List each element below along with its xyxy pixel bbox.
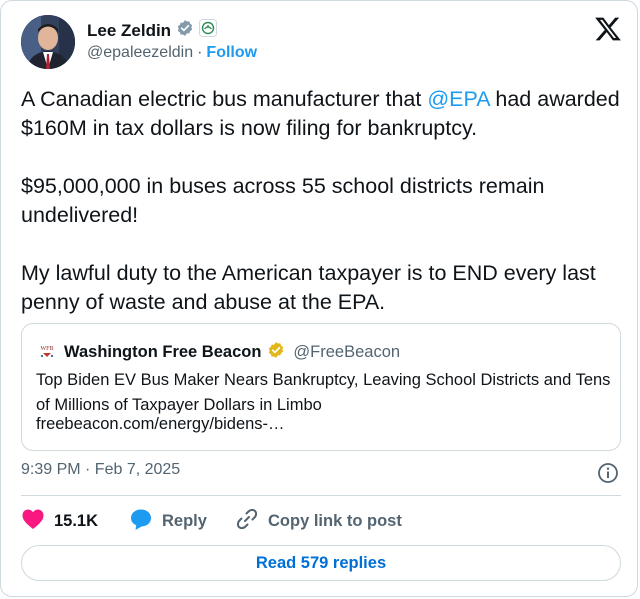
read-replies-button[interactable]: Read 579 replies bbox=[21, 545, 621, 581]
post-text: A Canadian electric bus manufacturer tha… bbox=[21, 85, 621, 317]
x-logo-icon[interactable] bbox=[594, 15, 622, 43]
like-count: 15.1K bbox=[54, 511, 99, 530]
heart-icon bbox=[21, 508, 45, 535]
follow-button[interactable]: Follow bbox=[206, 44, 257, 62]
quoted-post-headline: Top Biden EV Bus Maker Nears Bankruptcy,… bbox=[36, 371, 611, 414]
like-button[interactable]: 15.1K bbox=[21, 508, 129, 535]
author-handle-row: @epaleezeldin · Follow bbox=[87, 44, 257, 62]
quoted-post-header: WFB Washington Free Beacon @FreeBeacon bbox=[36, 339, 400, 366]
post-text-line1-before: A Canadian electric bus manufacturer tha… bbox=[21, 87, 428, 111]
author-name[interactable]: Lee Zeldin bbox=[87, 21, 171, 41]
epa-affiliation-badge-icon bbox=[199, 19, 218, 42]
author-handle[interactable]: @epaleezeldin bbox=[87, 44, 193, 62]
quoted-post-link[interactable]: freebeacon.com/energy/bidens-… bbox=[36, 415, 285, 434]
verified-badge-icon bbox=[176, 19, 194, 42]
quoted-author-name: Washington Free Beacon bbox=[64, 343, 262, 361]
post-text-paragraph-2: $95,000,000 in buses across 55 school di… bbox=[21, 174, 551, 227]
post-action-bar: 15.1K Reply Copy link to post bbox=[21, 508, 402, 534]
quoted-post-card[interactable]: WFB Washington Free Beacon @FreeBeacon T… bbox=[21, 323, 621, 451]
freebeacon-logo-icon: WFB bbox=[36, 339, 58, 366]
link-chain-icon bbox=[235, 507, 259, 536]
quoted-author-handle: @FreeBeacon bbox=[293, 343, 401, 361]
reply-button[interactable]: Reply bbox=[129, 507, 235, 536]
gold-verified-badge-icon bbox=[267, 341, 285, 364]
post-timestamp[interactable]: 9:39 PM · Feb 7, 2025 bbox=[21, 461, 180, 479]
author-avatar[interactable] bbox=[21, 15, 75, 69]
epa-mention-link[interactable]: @EPA bbox=[427, 87, 489, 111]
handle-separator: · bbox=[197, 44, 203, 61]
copy-link-label: Copy link to post bbox=[268, 511, 402, 530]
post-text-paragraph-3: My lawful duty to the American taxpayer … bbox=[21, 261, 602, 314]
copy-link-button[interactable]: Copy link to post bbox=[235, 507, 402, 536]
reply-label: Reply bbox=[162, 511, 207, 530]
author-name-row: Lee Zeldin bbox=[87, 19, 218, 42]
embedded-post-card: Lee Zeldin @epaleezeldin · Follow A Cana bbox=[0, 0, 638, 597]
info-icon[interactable] bbox=[597, 462, 619, 484]
actions-divider bbox=[21, 495, 621, 496]
svg-text:WFB: WFB bbox=[40, 346, 53, 352]
reply-bubble-icon bbox=[129, 507, 153, 536]
